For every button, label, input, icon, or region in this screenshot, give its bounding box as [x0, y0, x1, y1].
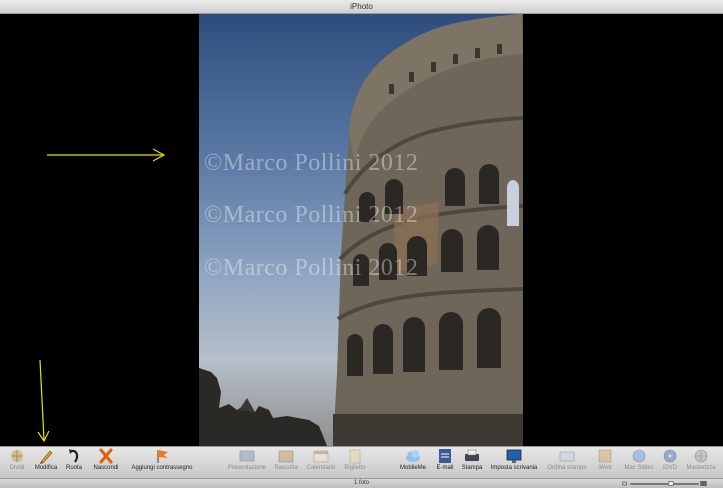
desktop-icon	[506, 449, 522, 463]
zoom-small-icon	[622, 481, 627, 486]
window-title: iPhoto	[350, 2, 373, 11]
annotation-arrow-right	[47, 148, 166, 162]
watermark-line-3: ©Marco Pollini 2012	[204, 255, 419, 281]
watermark-line-1: ©Marco Pollini 2012	[204, 150, 419, 176]
raccolta-button[interactable]: Raccolta	[272, 448, 300, 478]
photo-count: 1 foto	[353, 480, 369, 486]
ordina-stampe-button[interactable]: Ordina stampe	[546, 448, 588, 478]
nascondi-button[interactable]: Nascondi	[90, 448, 122, 478]
zoom-knob[interactable]	[667, 481, 674, 486]
flag-icon	[157, 450, 168, 463]
zoom-slider[interactable]	[622, 481, 707, 486]
hide-x-icon	[99, 448, 113, 464]
biglietto-button[interactable]: Biglietto	[341, 448, 369, 478]
mac-slides-button[interactable]: Mac Slides	[623, 448, 655, 478]
book-icon	[278, 450, 294, 463]
cloud-icon	[406, 450, 420, 462]
burn-disc-icon	[694, 449, 708, 463]
printer-icon	[465, 449, 479, 461]
photo-colosseum[interactable]: ©Marco Pollini 2012 ©Marco Pollini 2012 …	[199, 14, 523, 446]
mac-slides-icon	[632, 449, 646, 463]
modifica-button[interactable]: Modifica	[31, 448, 61, 478]
masterizza-button[interactable]: Masterizza	[684, 448, 718, 478]
annotation-arrow-down	[37, 359, 50, 443]
zoom-large-icon	[700, 481, 707, 486]
calendar-icon	[313, 450, 329, 463]
zoom-track	[630, 483, 699, 485]
aggiungi-contrassegno-button[interactable]: Aggiungi contrassegno	[128, 448, 196, 478]
colosseum-image	[199, 14, 523, 446]
status-bar: 1 foto	[0, 478, 723, 488]
order-prints-icon	[559, 451, 575, 462]
card-icon	[349, 449, 361, 464]
iweb-button[interactable]: iWeb	[594, 448, 616, 478]
idvd-button[interactable]: iDVD	[660, 448, 680, 478]
imposta-scrivania-button[interactable]: Imposta scrivania	[489, 448, 539, 478]
calendario-button[interactable]: Calendario	[304, 448, 338, 478]
split-icon	[11, 450, 23, 462]
pencil-icon	[40, 450, 53, 464]
watermark-line-2: ©Marco Pollini 2012	[204, 202, 419, 228]
ruota-button[interactable]: Ruota	[64, 448, 84, 478]
presentazione-button[interactable]: Presentazione	[226, 448, 268, 478]
email-button[interactable]: E-mail	[433, 448, 457, 478]
window-title-bar: iPhoto	[0, 0, 723, 14]
mobileme-button[interactable]: MobileMe	[398, 448, 428, 478]
dividi-button[interactable]: Dividi	[4, 448, 30, 478]
idvd-icon	[663, 449, 677, 463]
bottom-toolbar: Dividi Modifica Ruota Nascondi Aggiungi …	[0, 446, 723, 478]
email-icon	[439, 449, 451, 463]
rotate-icon	[69, 449, 79, 463]
stampa-button[interactable]: Stampa	[460, 448, 484, 478]
slideshow-icon	[239, 450, 255, 462]
iweb-icon	[598, 449, 612, 463]
photo-viewer: ©Marco Pollini 2012 ©Marco Pollini 2012 …	[0, 14, 723, 446]
